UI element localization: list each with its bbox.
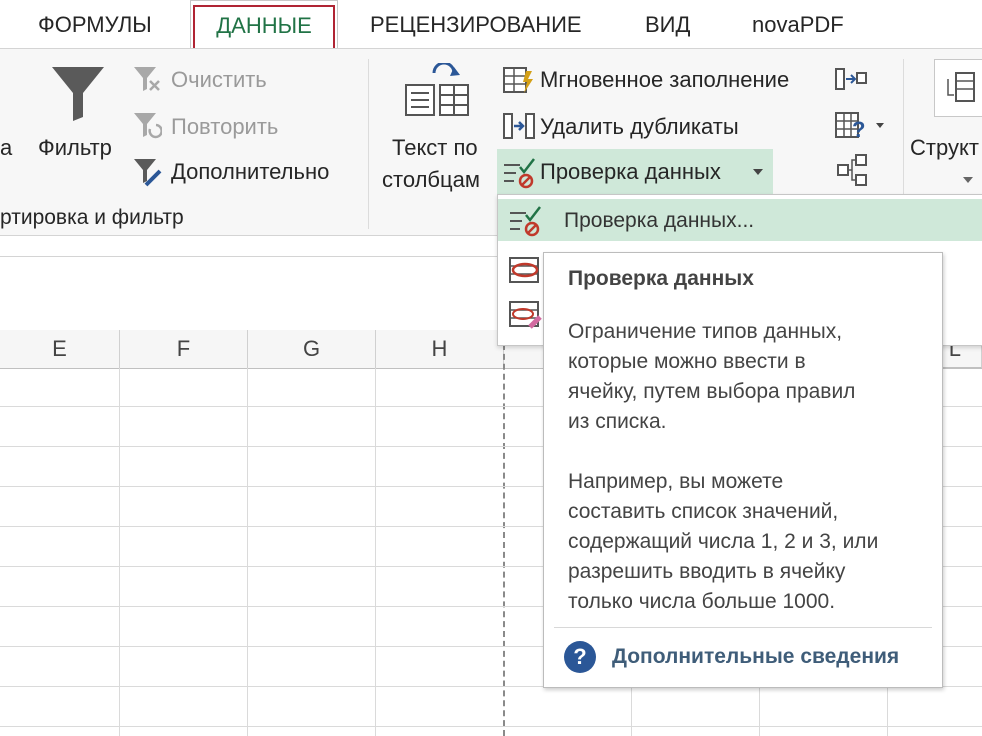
relationships-icon[interactable] — [836, 153, 868, 187]
clear-filter-icon — [134, 67, 160, 91]
text-to-columns-icon[interactable] — [404, 63, 470, 119]
help-question-icon[interactable]: ? — [564, 641, 596, 673]
tab-view[interactable]: ВИД — [645, 0, 690, 48]
remove-duplicates-icon — [503, 113, 535, 139]
tooltip-line: разрешить вводить в ячейку — [568, 560, 846, 583]
filter-funnel-icon[interactable] — [50, 65, 106, 123]
tooltip-line: ячейку, путем выбора правил — [568, 380, 856, 403]
circle-invalid-data-icon[interactable] — [508, 255, 542, 285]
tab-review[interactable]: РЕЦЕНЗИРОВАНИЕ — [370, 0, 582, 48]
grid-line — [247, 368, 248, 736]
chevron-down-icon[interactable] — [752, 167, 764, 177]
clear-validation-circles-icon[interactable] — [508, 299, 542, 331]
tooltip-line: Например, вы можете — [568, 470, 784, 493]
column-header-g[interactable]: G — [248, 330, 376, 369]
outline-group-icon — [947, 72, 975, 102]
page-break-line — [503, 344, 505, 736]
outline-button[interactable]: Структ — [910, 135, 979, 161]
grid-line — [375, 368, 376, 736]
flash-fill-button[interactable]: Мгновенное заполнение — [540, 67, 789, 93]
tooltip-example: Например, вы можете составить список зна… — [568, 467, 928, 617]
data-validation-button[interactable]: Проверка данных — [540, 159, 721, 185]
tooltip-title: Проверка данных — [568, 267, 754, 290]
tooltip-line: Ограничение типов данных, — [568, 320, 843, 343]
reapply-button[interactable]: Повторить — [171, 114, 278, 140]
tab-data-label: ДАННЫЕ — [193, 5, 335, 50]
text-to-columns-label-2[interactable]: столбцам — [382, 167, 480, 193]
tooltip-description: Ограничение типов данных, которые можно … — [568, 317, 928, 437]
remove-duplicates-button[interactable]: Удалить дубликаты — [540, 114, 739, 140]
column-header-e[interactable]: E — [0, 330, 120, 369]
what-if-analysis-icon[interactable]: ? — [834, 109, 886, 143]
sort-filter-group-label: ртировка и фильтр — [0, 206, 184, 229]
reapply-filter-icon — [134, 113, 162, 139]
tooltip-line: составить список значений, — [568, 500, 839, 523]
flash-fill-icon — [503, 67, 533, 93]
grid-line — [119, 368, 120, 736]
clear-button[interactable]: Очистить — [171, 67, 267, 93]
advanced-filter-icon — [134, 159, 162, 187]
column-header-f[interactable]: F — [120, 330, 248, 369]
text-to-columns-label-1[interactable]: Текст по — [392, 135, 478, 161]
tab-formulas[interactable]: ФОРМУЛЫ — [38, 0, 152, 48]
consolidate-icon[interactable] — [834, 65, 868, 93]
tooltip-line: из списка. — [568, 410, 667, 433]
tooltip-divider — [554, 627, 932, 628]
data-validation-icon — [510, 206, 541, 237]
ribbon-tab-bar: ФОРМУЛЫ ДАННЫЕ РЕЦЕНЗИРОВАНИЕ ВИД novaPD… — [0, 0, 982, 50]
tooltip-line: которые можно ввести в — [568, 350, 806, 373]
svg-text:?: ? — [852, 117, 865, 142]
data-validation-tooltip: Проверка данных Ограничение типов данных… — [543, 252, 943, 688]
tab-data[interactable]: ДАННЫЕ — [190, 0, 338, 50]
tooltip-more-info-link[interactable]: Дополнительные сведения — [612, 645, 899, 669]
tab-novapdf[interactable]: novaPDF — [752, 0, 844, 48]
chevron-down-icon[interactable] — [962, 175, 974, 185]
tooltip-line: только числа больше 1000. — [568, 590, 836, 613]
tooltip-line: содержащий числа 1, 2 и 3, или — [568, 530, 879, 553]
grid-line — [0, 726, 982, 727]
advanced-button[interactable]: Дополнительно — [171, 159, 329, 185]
data-validation-icon — [504, 158, 535, 189]
menu-item-data-validation-label: Проверка данных... — [564, 209, 755, 232]
filter-button[interactable]: Фильтр — [38, 135, 112, 161]
sort-button-label-cut[interactable]: а — [0, 135, 12, 161]
group-separator — [368, 59, 369, 229]
column-header-h[interactable]: H — [376, 330, 504, 369]
